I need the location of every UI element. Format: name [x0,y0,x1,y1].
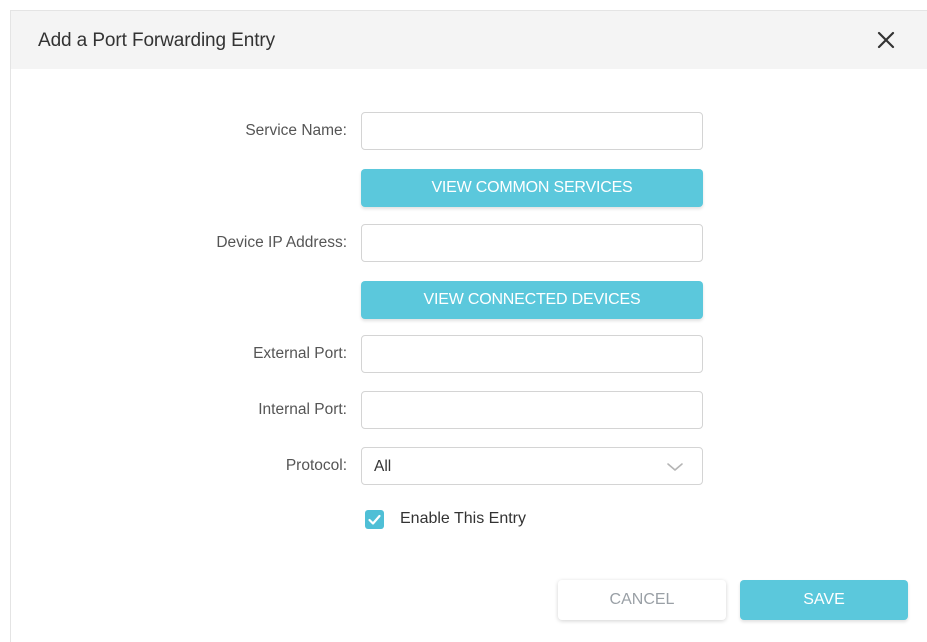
service-name-label: Service Name: [245,122,347,139]
view-common-services-button[interactable]: VIEW COMMON SERVICES [361,169,703,207]
enable-entry-checkbox[interactable] [365,510,384,529]
save-button[interactable]: SAVE [740,580,908,620]
port-forwarding-dialog: Add a Port Forwarding Entry Service Name… [10,10,927,642]
protocol-label: Protocol: [285,457,347,474]
dialog-header: Add a Port Forwarding Entry [11,11,927,69]
device-ip-label: Device IP Address: [216,234,347,251]
enable-entry-label: Enable This Entry [400,510,526,527]
internal-port-input[interactable] [361,391,703,429]
service-name-input[interactable] [361,112,703,150]
checkmark-icon [368,514,381,525]
device-ip-input[interactable] [361,224,703,262]
protocol-select[interactable]: All [361,447,703,485]
protocol-selected-value: All [374,458,392,475]
close-icon[interactable] [873,27,899,53]
view-connected-devices-button[interactable]: VIEW CONNECTED DEVICES [361,281,703,319]
internal-port-label: Internal Port: [258,401,347,418]
external-port-input[interactable] [361,335,703,373]
dialog-title: Add a Port Forwarding Entry [38,30,276,51]
cancel-button[interactable]: CANCEL [558,580,726,620]
chevron-down-icon [666,460,684,472]
external-port-label: External Port: [253,345,347,362]
